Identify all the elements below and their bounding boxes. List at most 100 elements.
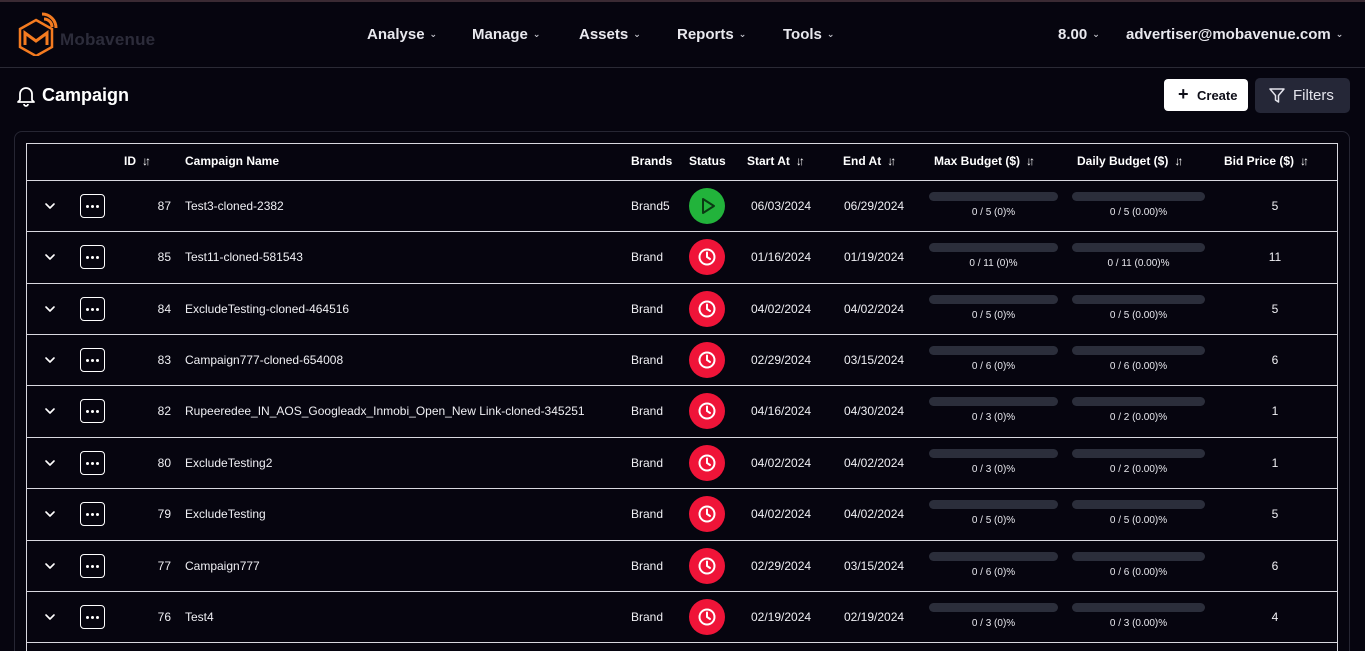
cell-start-date: 06/03/2024: [751, 199, 812, 213]
cell-end-date: 04/02/2024: [844, 456, 905, 470]
nav-tools[interactable]: Tools ⌄: [783, 26, 834, 43]
row-actions-button[interactable]: [80, 605, 105, 629]
status-badge[interactable]: [689, 291, 725, 327]
col-header-end[interactable]: End At ↓↑: [843, 154, 896, 168]
max-budget-text: 0 / 3 (0)%: [971, 618, 1016, 629]
cell-id: 85: [157, 250, 171, 264]
cell-brand: Brand: [631, 610, 664, 624]
more-dot: [96, 256, 99, 259]
row-actions-button[interactable]: [80, 502, 105, 526]
expand-chevron-icon[interactable]: [43, 302, 57, 316]
nav-manage[interactable]: Manage ⌄: [472, 26, 540, 43]
table-row: 87 Test3-cloned-2382 Brand5 06/03/2024 06/29…: [27, 181, 1337, 232]
clock-icon: [698, 402, 716, 420]
row-actions-button[interactable]: [80, 348, 105, 372]
more-dot: [91, 359, 94, 362]
top-navbar: Mobavenue Analyse ⌄ Manage ⌄ Assets ⌄ Repor…: [0, 0, 1365, 68]
cell-campaign-name[interactable]: Test3-cloned-2382: [185, 199, 284, 213]
more-dot: [91, 616, 94, 619]
cell-bid-price: 4: [1271, 610, 1279, 624]
user-menu[interactable]: advertiser@mobavenue.com ⌄: [1126, 26, 1343, 43]
expand-chevron-icon[interactable]: [43, 250, 57, 264]
more-dot: [96, 308, 99, 311]
expand-chevron-icon[interactable]: [43, 456, 57, 470]
expand-chevron-icon[interactable]: [43, 559, 57, 573]
sort-icon: ↓↑: [1300, 154, 1309, 168]
row-actions-button[interactable]: [80, 399, 105, 423]
row-actions-button[interactable]: [80, 245, 105, 269]
col-header-bid-price[interactable]: Bid Price ($) ↓↑: [1224, 154, 1309, 168]
cell-campaign-name[interactable]: Test11-cloned-581543: [185, 250, 303, 264]
daily-budget-progress: [1072, 243, 1205, 252]
cell-campaign-name[interactable]: Campaign777-cloned-654008: [185, 353, 343, 367]
cell-start-date: 02/29/2024: [751, 559, 812, 573]
daily-budget-text: 0 / 3 (0.00)%: [1109, 618, 1168, 629]
cell-campaign-name[interactable]: ExcludeTesting-cloned-464516: [185, 302, 349, 316]
status-badge[interactable]: [689, 188, 725, 224]
more-dot: [96, 462, 99, 465]
cell-id: 82: [157, 404, 171, 418]
nav-reports[interactable]: Reports ⌄: [677, 26, 746, 43]
col-header-daily-budget[interactable]: Daily Budget ($) ↓↑: [1077, 154, 1183, 168]
cell-campaign-name[interactable]: Campaign777: [185, 559, 260, 573]
balance-value: 8.00: [1058, 26, 1088, 43]
sort-icon: ↓↑: [887, 154, 896, 168]
expand-chevron-icon[interactable]: [43, 353, 57, 367]
status-badge[interactable]: [689, 445, 725, 481]
more-dot: [96, 205, 99, 208]
expand-chevron-icon[interactable]: [43, 404, 57, 418]
cell-campaign-name[interactable]: ExcludeTesting: [185, 507, 266, 521]
row-actions-button[interactable]: [80, 297, 105, 321]
cell-brand: Brand: [631, 250, 664, 264]
max-budget-text: 0 / 5 (0)%: [971, 310, 1016, 321]
col-label: Daily Budget ($): [1077, 154, 1169, 168]
col-header-id[interactable]: ID ↓↑: [124, 154, 151, 168]
status-badge[interactable]: [689, 239, 725, 275]
expand-chevron-icon[interactable]: [43, 507, 57, 521]
filters-button[interactable]: Filters: [1255, 78, 1350, 113]
play-icon: [702, 198, 715, 214]
expand-chevron-icon[interactable]: [43, 610, 57, 624]
max-budget-progress: [929, 552, 1058, 561]
more-dot: [96, 616, 99, 619]
chevron-down-icon: ⌄: [1092, 29, 1100, 39]
cell-bid-price: 6: [1271, 559, 1279, 573]
row-actions-button[interactable]: [80, 451, 105, 475]
status-badge[interactable]: [689, 599, 725, 635]
user-email: advertiser@mobavenue.com: [1126, 26, 1331, 43]
campaign-table: ID ↓↑ Campaign Name Brands Status Start A…: [26, 143, 1338, 651]
nav-analyse[interactable]: Analyse ⌄: [367, 26, 437, 43]
balance-dropdown[interactable]: 8.00 ⌄: [1058, 26, 1100, 43]
more-dot: [91, 205, 94, 208]
sort-icon: ↓↑: [1026, 154, 1035, 168]
cell-brand: Brand5: [631, 199, 670, 213]
max-budget-progress: [929, 295, 1058, 304]
cell-id: 80: [157, 456, 171, 470]
expand-chevron-icon[interactable]: [43, 199, 57, 213]
status-badge[interactable]: [689, 496, 725, 532]
table-header: ID ↓↑ Campaign Name Brands Status Start A…: [27, 144, 1337, 181]
max-budget-text: 0 / 6 (0)%: [971, 567, 1016, 578]
filter-icon: [1269, 88, 1285, 103]
status-badge[interactable]: [689, 342, 725, 378]
col-label: Status: [689, 154, 726, 168]
col-header-name: Campaign Name: [185, 154, 279, 168]
create-button[interactable]: + Create: [1164, 79, 1248, 111]
max-budget-progress: [929, 603, 1058, 612]
max-budget-text: 0 / 5 (0)%: [971, 515, 1016, 526]
nav-assets[interactable]: Assets ⌄: [579, 26, 641, 43]
row-actions-button[interactable]: [80, 194, 105, 218]
cell-campaign-name[interactable]: ExcludeTesting2: [185, 456, 272, 470]
row-actions-button[interactable]: [80, 554, 105, 578]
cell-id: 76: [157, 610, 171, 624]
cell-end-date: 04/02/2024: [844, 302, 905, 316]
cell-campaign-name[interactable]: Rupeeredee_IN_AOS_Googleadx_Inmobi_Open_…: [185, 404, 585, 418]
more-dot: [86, 205, 89, 208]
status-badge[interactable]: [689, 548, 725, 584]
col-label: Brands: [631, 154, 673, 168]
cell-campaign-name[interactable]: Test4: [185, 610, 214, 624]
col-header-max-budget[interactable]: Max Budget ($) ↓↑: [934, 154, 1035, 168]
col-header-start[interactable]: Start At ↓↑: [747, 154, 805, 168]
status-badge[interactable]: [689, 393, 725, 429]
daily-budget-progress: [1072, 397, 1205, 406]
